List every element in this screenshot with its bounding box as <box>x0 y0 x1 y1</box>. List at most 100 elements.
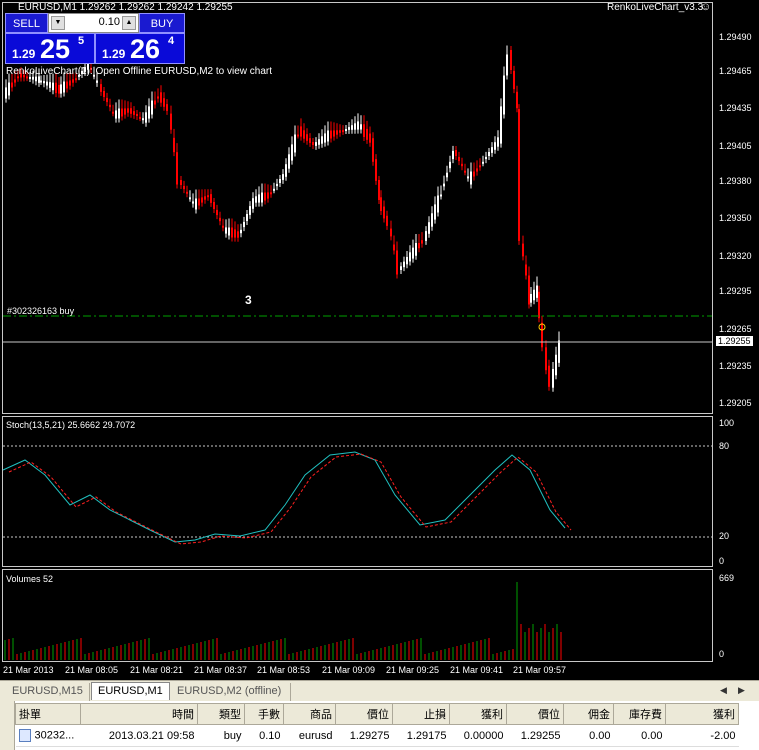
candle-body <box>464 170 466 173</box>
candle-body <box>261 192 263 203</box>
candle-body <box>333 130 335 137</box>
candle-body <box>428 222 430 234</box>
candle-body <box>176 152 178 185</box>
candle-body <box>198 198 200 206</box>
candle-body <box>72 79 74 83</box>
candle-body <box>66 81 68 89</box>
column-header[interactable]: 獲利 <box>665 703 739 725</box>
candle-body <box>5 87 7 99</box>
order-open-price: 1.29275 <box>335 724 393 747</box>
price-label: 1.29380 <box>719 176 752 186</box>
candle-body <box>142 118 144 121</box>
tab-scroll-right-icon[interactable]: ▶ <box>738 685 745 696</box>
candle-body <box>555 354 557 376</box>
candle-body <box>476 168 478 172</box>
column-header[interactable]: 庫存費 <box>613 703 666 725</box>
candle-body <box>437 195 439 213</box>
candle-body <box>327 130 329 142</box>
terminal-side-bar[interactable] <box>0 701 15 750</box>
lot-increase-icon[interactable]: ▲ <box>122 16 136 30</box>
symbol-info: EURUSD,M1 1.29262 1.29262 1.29242 1.2925… <box>18 2 233 13</box>
sell-price-pips: 25 <box>40 34 71 64</box>
candle-body <box>276 183 278 187</box>
candle-body <box>461 163 463 167</box>
candle-body <box>455 150 457 156</box>
candle-body <box>440 194 442 197</box>
column-header[interactable]: 類型 <box>197 703 245 725</box>
candle-body <box>69 80 71 86</box>
candle-body <box>366 128 368 140</box>
candle-body <box>29 76 31 79</box>
candle-body <box>342 130 344 133</box>
candle-body <box>14 79 16 83</box>
order-ticket-cell: 30232... <box>15 724 81 747</box>
tab-eurusd-m15[interactable]: EURUSD,M15 <box>6 683 90 701</box>
sell-price-fraction: 5 <box>78 35 85 47</box>
candle-body <box>222 225 224 228</box>
tab-eurusd-m1[interactable]: EURUSD,M1 <box>91 682 170 700</box>
candle-body <box>412 247 414 259</box>
candle-body <box>494 142 496 150</box>
candle-body <box>183 185 185 190</box>
time-label: 21 Mar 08:05 <box>65 665 119 675</box>
candle-body <box>470 171 472 185</box>
buy-quote-button[interactable]: 1.29 26 4 <box>95 33 185 64</box>
candle-body <box>434 204 436 220</box>
candle-body <box>375 159 377 181</box>
column-header[interactable]: 佣金 <box>563 703 614 725</box>
candle-body <box>294 134 296 153</box>
chart-area[interactable]: EURUSD,M1 1.29262 1.29262 1.29242 1.2925… <box>0 0 759 680</box>
candle-body <box>443 183 445 187</box>
column-header[interactable]: 時間 <box>80 703 198 725</box>
candle-body <box>363 124 365 137</box>
buy-price-pips: 26 <box>130 34 161 64</box>
price-label: 1.29490 <box>719 32 752 42</box>
candle-body <box>96 80 98 83</box>
candle-body <box>46 81 48 86</box>
candle-body <box>234 229 236 238</box>
candle-body <box>318 139 320 145</box>
column-header[interactable]: 止損 <box>392 703 450 725</box>
candle-body <box>458 156 460 162</box>
time-label: 21 Mar 09:41 <box>450 665 504 675</box>
candle-body <box>216 209 218 216</box>
tab-scroll-left-icon[interactable]: ◀ <box>720 685 727 696</box>
candle-body <box>210 194 212 203</box>
candle-body <box>330 130 332 139</box>
candle-body <box>425 231 427 241</box>
candle-body <box>151 100 153 115</box>
price-label: 1.29320 <box>719 251 752 261</box>
column-header[interactable]: 價位 <box>506 703 564 725</box>
lot-decrease-icon[interactable]: ▼ <box>51 16 65 30</box>
order-icon <box>18 729 31 742</box>
candle-body <box>345 129 347 131</box>
candle-body <box>533 289 535 301</box>
tab-eurusd-m2-offline[interactable]: EURUSD,M2 (offline) <box>171 683 291 701</box>
order-row[interactable]: 30232... 2013.03.21 09:58 buy 0.10 eurus… <box>15 724 739 747</box>
column-header[interactable]: 價位 <box>335 703 393 725</box>
sell-button[interactable]: SELL <box>5 13 48 33</box>
column-header[interactable]: 獲利 <box>449 703 507 725</box>
renko-indicator-title: RenkoLiveChart_v3.3 <box>607 2 704 13</box>
column-header[interactable]: 手數 <box>244 703 284 725</box>
candle-body <box>243 221 245 228</box>
sell-quote-button[interactable]: 1.29 25 5 <box>5 33 95 64</box>
lot-size-input[interactable]: ▼ 0.10 ▲ <box>48 13 139 33</box>
price-label: 1.29265 <box>719 324 752 334</box>
order-lots: 0.10 <box>244 724 284 747</box>
candle-body <box>378 180 380 200</box>
candle-body <box>60 84 62 94</box>
candle-body <box>228 227 230 236</box>
candle-body <box>139 116 141 119</box>
time-label: 21 Mar 2013 <box>3 665 54 675</box>
buy-button[interactable]: BUY <box>139 13 185 33</box>
candle-body <box>485 156 487 160</box>
candle-body <box>303 130 305 139</box>
time-label: 21 Mar 08:21 <box>130 665 184 675</box>
candle-body <box>525 264 527 276</box>
terminal-panel: 掛單 時間 類型 手數 商品 價位 止損 獲利 價位 佣金 庫存費 獲利 302… <box>0 701 759 750</box>
candle-body <box>336 130 338 135</box>
column-header[interactable]: 商品 <box>283 703 336 725</box>
column-header[interactable]: 掛單 <box>15 703 81 725</box>
stoch-signal-line <box>8 453 572 545</box>
